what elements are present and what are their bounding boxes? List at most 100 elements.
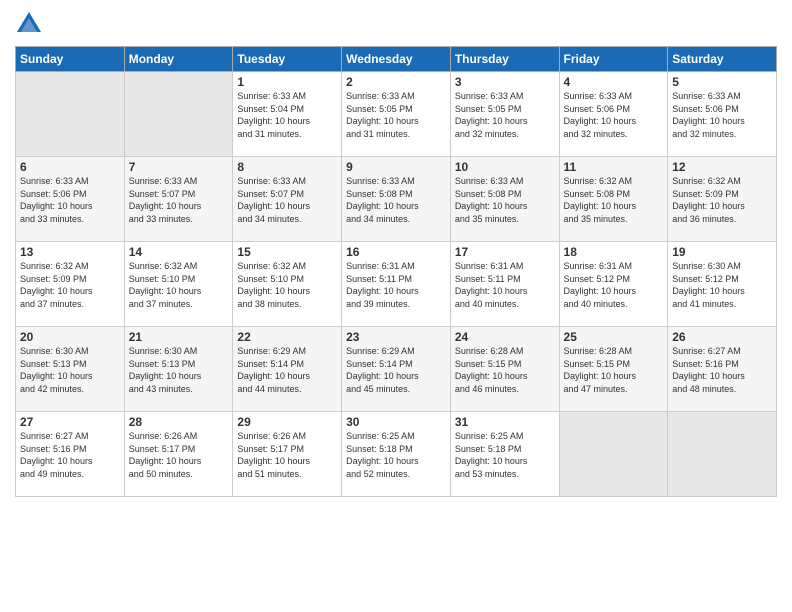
day-info: Sunrise: 6:25 AM Sunset: 5:18 PM Dayligh… — [455, 430, 555, 480]
day-cell: 31Sunrise: 6:25 AM Sunset: 5:18 PM Dayli… — [450, 412, 559, 497]
day-cell: 3Sunrise: 6:33 AM Sunset: 5:05 PM Daylig… — [450, 72, 559, 157]
day-cell: 22Sunrise: 6:29 AM Sunset: 5:14 PM Dayli… — [233, 327, 342, 412]
day-cell — [124, 72, 233, 157]
week-row-2: 6Sunrise: 6:33 AM Sunset: 5:06 PM Daylig… — [16, 157, 777, 242]
day-info: Sunrise: 6:33 AM Sunset: 5:06 PM Dayligh… — [564, 90, 664, 140]
day-info: Sunrise: 6:26 AM Sunset: 5:17 PM Dayligh… — [129, 430, 229, 480]
week-row-3: 13Sunrise: 6:32 AM Sunset: 5:09 PM Dayli… — [16, 242, 777, 327]
day-cell: 11Sunrise: 6:32 AM Sunset: 5:08 PM Dayli… — [559, 157, 668, 242]
day-number: 22 — [237, 330, 337, 344]
day-number: 19 — [672, 245, 772, 259]
day-number: 3 — [455, 75, 555, 89]
day-info: Sunrise: 6:29 AM Sunset: 5:14 PM Dayligh… — [237, 345, 337, 395]
logo — [15, 10, 45, 38]
day-number: 12 — [672, 160, 772, 174]
day-number: 13 — [20, 245, 120, 259]
day-cell: 21Sunrise: 6:30 AM Sunset: 5:13 PM Dayli… — [124, 327, 233, 412]
day-cell — [668, 412, 777, 497]
day-cell: 4Sunrise: 6:33 AM Sunset: 5:06 PM Daylig… — [559, 72, 668, 157]
day-number: 8 — [237, 160, 337, 174]
day-cell: 26Sunrise: 6:27 AM Sunset: 5:16 PM Dayli… — [668, 327, 777, 412]
week-row-5: 27Sunrise: 6:27 AM Sunset: 5:16 PM Dayli… — [16, 412, 777, 497]
day-cell: 5Sunrise: 6:33 AM Sunset: 5:06 PM Daylig… — [668, 72, 777, 157]
day-info: Sunrise: 6:28 AM Sunset: 5:15 PM Dayligh… — [564, 345, 664, 395]
day-number: 31 — [455, 415, 555, 429]
day-cell: 1Sunrise: 6:33 AM Sunset: 5:04 PM Daylig… — [233, 72, 342, 157]
day-info: Sunrise: 6:32 AM Sunset: 5:10 PM Dayligh… — [129, 260, 229, 310]
day-cell: 27Sunrise: 6:27 AM Sunset: 5:16 PM Dayli… — [16, 412, 125, 497]
day-number: 21 — [129, 330, 229, 344]
day-info: Sunrise: 6:27 AM Sunset: 5:16 PM Dayligh… — [20, 430, 120, 480]
day-info: Sunrise: 6:31 AM Sunset: 5:11 PM Dayligh… — [455, 260, 555, 310]
day-number: 26 — [672, 330, 772, 344]
day-info: Sunrise: 6:32 AM Sunset: 5:09 PM Dayligh… — [20, 260, 120, 310]
day-number: 4 — [564, 75, 664, 89]
header-cell-tuesday: Tuesday — [233, 47, 342, 72]
day-cell: 30Sunrise: 6:25 AM Sunset: 5:18 PM Dayli… — [342, 412, 451, 497]
day-cell: 2Sunrise: 6:33 AM Sunset: 5:05 PM Daylig… — [342, 72, 451, 157]
day-info: Sunrise: 6:31 AM Sunset: 5:11 PM Dayligh… — [346, 260, 446, 310]
day-cell: 9Sunrise: 6:33 AM Sunset: 5:08 PM Daylig… — [342, 157, 451, 242]
day-number: 27 — [20, 415, 120, 429]
day-cell: 18Sunrise: 6:31 AM Sunset: 5:12 PM Dayli… — [559, 242, 668, 327]
day-number: 15 — [237, 245, 337, 259]
day-cell: 20Sunrise: 6:30 AM Sunset: 5:13 PM Dayli… — [16, 327, 125, 412]
week-row-1: 1Sunrise: 6:33 AM Sunset: 5:04 PM Daylig… — [16, 72, 777, 157]
day-cell: 17Sunrise: 6:31 AM Sunset: 5:11 PM Dayli… — [450, 242, 559, 327]
day-number: 5 — [672, 75, 772, 89]
day-number: 9 — [346, 160, 446, 174]
day-info: Sunrise: 6:32 AM Sunset: 5:09 PM Dayligh… — [672, 175, 772, 225]
day-number: 11 — [564, 160, 664, 174]
day-info: Sunrise: 6:30 AM Sunset: 5:13 PM Dayligh… — [129, 345, 229, 395]
day-info: Sunrise: 6:30 AM Sunset: 5:12 PM Dayligh… — [672, 260, 772, 310]
day-info: Sunrise: 6:33 AM Sunset: 5:06 PM Dayligh… — [20, 175, 120, 225]
day-cell: 13Sunrise: 6:32 AM Sunset: 5:09 PM Dayli… — [16, 242, 125, 327]
day-info: Sunrise: 6:33 AM Sunset: 5:08 PM Dayligh… — [346, 175, 446, 225]
day-cell: 7Sunrise: 6:33 AM Sunset: 5:07 PM Daylig… — [124, 157, 233, 242]
day-info: Sunrise: 6:33 AM Sunset: 5:05 PM Dayligh… — [346, 90, 446, 140]
day-info: Sunrise: 6:33 AM Sunset: 5:05 PM Dayligh… — [455, 90, 555, 140]
day-cell: 28Sunrise: 6:26 AM Sunset: 5:17 PM Dayli… — [124, 412, 233, 497]
day-number: 10 — [455, 160, 555, 174]
day-cell: 16Sunrise: 6:31 AM Sunset: 5:11 PM Dayli… — [342, 242, 451, 327]
day-cell: 14Sunrise: 6:32 AM Sunset: 5:10 PM Dayli… — [124, 242, 233, 327]
header-cell-thursday: Thursday — [450, 47, 559, 72]
day-number: 2 — [346, 75, 446, 89]
header-row: SundayMondayTuesdayWednesdayThursdayFrid… — [16, 47, 777, 72]
header-cell-wednesday: Wednesday — [342, 47, 451, 72]
day-cell: 25Sunrise: 6:28 AM Sunset: 5:15 PM Dayli… — [559, 327, 668, 412]
day-number: 29 — [237, 415, 337, 429]
day-info: Sunrise: 6:26 AM Sunset: 5:17 PM Dayligh… — [237, 430, 337, 480]
day-cell: 23Sunrise: 6:29 AM Sunset: 5:14 PM Dayli… — [342, 327, 451, 412]
day-number: 6 — [20, 160, 120, 174]
header-cell-monday: Monday — [124, 47, 233, 72]
day-number: 16 — [346, 245, 446, 259]
day-info: Sunrise: 6:33 AM Sunset: 5:07 PM Dayligh… — [129, 175, 229, 225]
day-number: 24 — [455, 330, 555, 344]
day-cell: 10Sunrise: 6:33 AM Sunset: 5:08 PM Dayli… — [450, 157, 559, 242]
day-number: 18 — [564, 245, 664, 259]
day-number: 28 — [129, 415, 229, 429]
day-cell: 8Sunrise: 6:33 AM Sunset: 5:07 PM Daylig… — [233, 157, 342, 242]
day-info: Sunrise: 6:28 AM Sunset: 5:15 PM Dayligh… — [455, 345, 555, 395]
calendar-table: SundayMondayTuesdayWednesdayThursdayFrid… — [15, 46, 777, 497]
day-number: 14 — [129, 245, 229, 259]
day-number: 25 — [564, 330, 664, 344]
day-info: Sunrise: 6:29 AM Sunset: 5:14 PM Dayligh… — [346, 345, 446, 395]
day-info: Sunrise: 6:31 AM Sunset: 5:12 PM Dayligh… — [564, 260, 664, 310]
day-cell — [16, 72, 125, 157]
header — [15, 10, 777, 38]
logo-icon — [15, 10, 43, 38]
header-cell-sunday: Sunday — [16, 47, 125, 72]
day-cell: 12Sunrise: 6:32 AM Sunset: 5:09 PM Dayli… — [668, 157, 777, 242]
day-info: Sunrise: 6:30 AM Sunset: 5:13 PM Dayligh… — [20, 345, 120, 395]
day-info: Sunrise: 6:33 AM Sunset: 5:08 PM Dayligh… — [455, 175, 555, 225]
day-info: Sunrise: 6:33 AM Sunset: 5:07 PM Dayligh… — [237, 175, 337, 225]
day-info: Sunrise: 6:33 AM Sunset: 5:04 PM Dayligh… — [237, 90, 337, 140]
day-number: 1 — [237, 75, 337, 89]
day-info: Sunrise: 6:33 AM Sunset: 5:06 PM Dayligh… — [672, 90, 772, 140]
day-info: Sunrise: 6:32 AM Sunset: 5:10 PM Dayligh… — [237, 260, 337, 310]
day-cell: 19Sunrise: 6:30 AM Sunset: 5:12 PM Dayli… — [668, 242, 777, 327]
day-cell: 24Sunrise: 6:28 AM Sunset: 5:15 PM Dayli… — [450, 327, 559, 412]
week-row-4: 20Sunrise: 6:30 AM Sunset: 5:13 PM Dayli… — [16, 327, 777, 412]
